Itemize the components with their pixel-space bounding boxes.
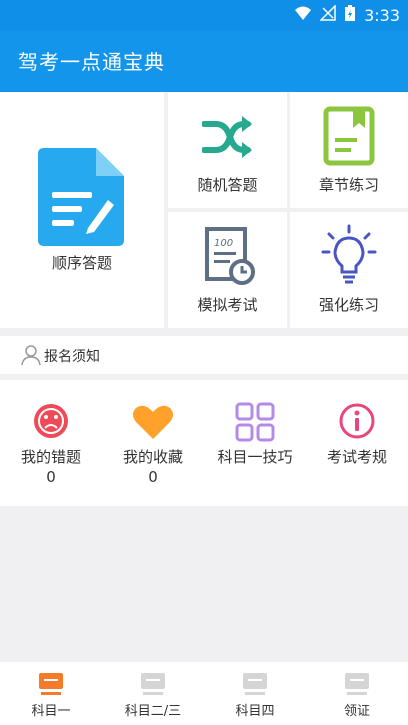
tab-get-license-label: 领证 [343, 704, 370, 719]
my-mistakes-count: 0 [46, 468, 56, 486]
chapter-practice-button[interactable]: 章节练习 [290, 92, 408, 208]
exam-rules-label: 考试考规 [326, 448, 387, 466]
random-practice-button[interactable]: 随机答题 [168, 92, 287, 208]
monitor-icon [344, 672, 370, 700]
sad-face-icon [32, 402, 70, 444]
random-practice-label: 随机答题 [197, 176, 258, 194]
intensive-practice-label: 强化练习 [318, 296, 379, 314]
user-icon [20, 344, 42, 370]
bookmark-book-icon [323, 106, 375, 170]
feature-row: 我的错题 0 我的收藏 0 科目一技巧 考试考规 [0, 380, 408, 506]
my-mistakes-button[interactable]: 我的错题 0 [0, 380, 102, 506]
shuffle-icon [201, 114, 252, 164]
status-bar: 3:33 [0, 0, 408, 30]
app-bar: 驾考一点通宝典 [0, 30, 408, 92]
subject-one-tips-button[interactable]: 科目一技巧 [204, 380, 306, 506]
subject-one-tips-label: 科目一技巧 [217, 448, 293, 466]
document-edit-icon [38, 148, 124, 250]
battery-icon [344, 4, 356, 26]
clock: 3:33 [364, 5, 400, 25]
wifi-icon [294, 5, 312, 25]
sequential-practice-button[interactable]: 顺序答题 [0, 92, 164, 328]
tab-get-license[interactable]: 领证 [306, 662, 408, 725]
grid-apps-icon [235, 402, 275, 446]
sequential-practice-label: 顺序答题 [51, 254, 112, 272]
my-favorites-count: 0 [148, 468, 158, 486]
intensive-practice-button[interactable]: 强化练习 [290, 212, 408, 328]
my-favorites-label: 我的收藏 [122, 448, 183, 466]
monitor-icon [140, 672, 166, 700]
registration-notice[interactable]: 报名须知 [0, 336, 408, 374]
mock-exam-button[interactable]: 100 模拟考试 [168, 212, 287, 328]
status-icons: 3:33 [294, 4, 400, 26]
info-icon [338, 402, 376, 444]
monitor-icon [242, 672, 268, 700]
tab-subject-four-label: 科目四 [235, 704, 275, 719]
practice-grid: 顺序答题 随机答题 章节练习 100 模拟考试 强化练习 [0, 92, 408, 330]
lightbulb-icon [321, 224, 377, 290]
tab-subject-one[interactable]: 科目一 [0, 662, 102, 725]
app-title: 驾考一点通宝典 [18, 50, 165, 74]
monitor-icon [38, 672, 64, 700]
exam-paper-clock-icon: 100 [204, 226, 256, 290]
tab-subject-four[interactable]: 科目四 [204, 662, 306, 725]
exam-rules-button[interactable]: 考试考规 [306, 380, 408, 506]
heart-icon [132, 404, 174, 444]
my-mistakes-label: 我的错题 [20, 448, 81, 466]
bottom-tab-bar: 科目一 科目二/三 科目四 领证 [0, 662, 408, 725]
my-favorites-button[interactable]: 我的收藏 0 [102, 380, 204, 506]
chapter-practice-label: 章节练习 [318, 176, 379, 194]
signal-icon [319, 4, 336, 25]
mock-exam-label: 模拟考试 [197, 296, 258, 314]
tab-subject-two-three[interactable]: 科目二/三 [102, 662, 204, 725]
tab-subject-two-three-label: 科目二/三 [124, 704, 182, 719]
registration-notice-label: 报名须知 [44, 349, 100, 365]
svg-text:100: 100 [214, 238, 233, 249]
tab-subject-one-label: 科目一 [31, 704, 71, 719]
